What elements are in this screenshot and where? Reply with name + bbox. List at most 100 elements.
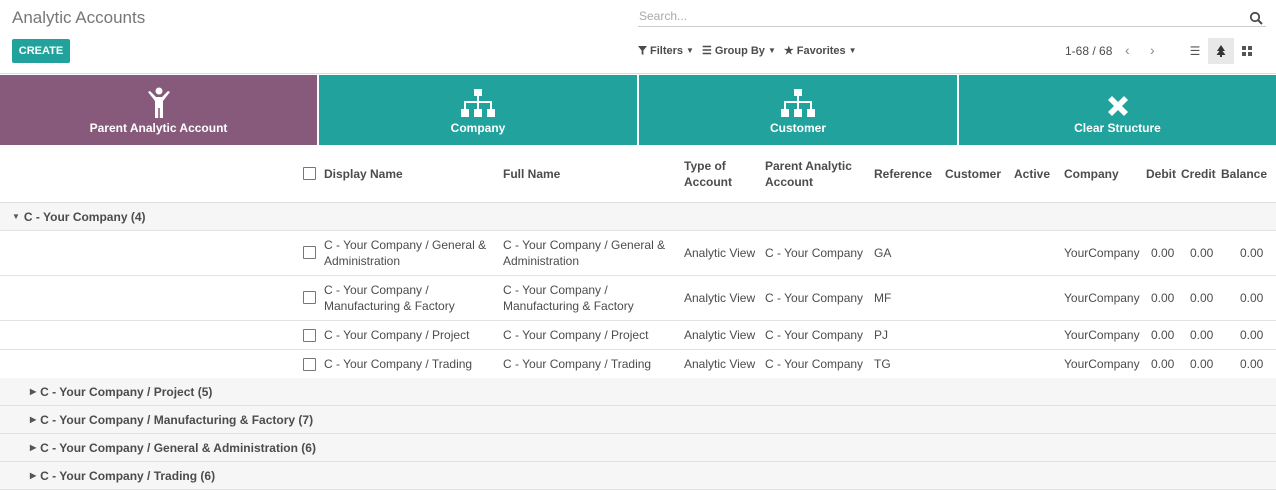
cell-parent: C - Your Company [765, 357, 864, 371]
filters-dropdown[interactable]: Filters ▼ [638, 44, 694, 57]
group-label: C - Your Company / Trading (6) [40, 468, 216, 483]
row-checkbox[interactable] [303, 246, 316, 259]
cell-parent: C - Your Company [765, 246, 864, 260]
close-icon [1107, 96, 1128, 116]
cell-display-name: C - Your Company / Manufacturing & Factor… [324, 283, 455, 313]
column-active[interactable]: Active [1014, 166, 1050, 182]
clear-structure-button[interactable]: Clear Structure [959, 75, 1276, 145]
cell-reference: TG [874, 357, 891, 371]
cell-parent: C - Your Company [765, 291, 864, 305]
cell-company: YourCompany [1064, 328, 1140, 342]
search-icon[interactable] [1249, 11, 1263, 25]
select-all-checkbox[interactable] [303, 167, 316, 180]
group-row-collapsed[interactable]: ▶ C - Your Company / General & Administr… [0, 434, 1276, 462]
group-row-collapsed[interactable]: ▶ C - Your Company / Trading (6) [0, 462, 1276, 490]
table-row[interactable]: C - Your Company / Manufacturing & Factor… [0, 276, 1276, 321]
group-label: C - Your Company / Manufacturing & Facto… [40, 412, 314, 427]
table-row[interactable]: C - Your Company / General & Administrati… [0, 231, 1276, 276]
cell-balance: 0.00 [1240, 291, 1264, 305]
cell-balance: 0.00 [1240, 246, 1264, 260]
caret-right-icon: ▶ [30, 415, 37, 424]
groupby-dropdown[interactable]: ☰ Group By ▼ [701, 44, 776, 58]
cell-reference: GA [874, 246, 892, 260]
structure-label: Clear Structure [1074, 121, 1161, 135]
funnel-icon [638, 46, 647, 55]
column-parent-analytic-account[interactable]: Parent Analytic Account [765, 158, 852, 190]
create-button[interactable]: CREATE [12, 39, 70, 63]
group-row-collapsed[interactable]: ▶ C - Your Company / Manufacturing & Fac… [0, 406, 1276, 434]
caret-down-icon: ▼ [12, 212, 20, 221]
structure-label: Parent Analytic Account [89, 121, 228, 135]
cell-display-name: C - Your Company / General & Administrati… [324, 238, 487, 268]
list-view-icon[interactable]: ☰ [1182, 38, 1208, 64]
groupby-label: Group By [714, 44, 765, 57]
cell-credit: 0.00 [1190, 246, 1214, 260]
cell-company: YourCompany [1064, 357, 1140, 371]
cell-parent: C - Your Company [765, 328, 864, 342]
column-type-of-account[interactable]: Type of Account [684, 158, 732, 190]
caret-down-icon: ▼ [686, 46, 694, 55]
cell-full-name: C - Your Company / General & Administrati… [503, 238, 666, 268]
group-label: C - Your Company (4) [23, 209, 146, 224]
cell-debit: 0.00 [1151, 291, 1175, 305]
column-balance[interactable]: Balance [1221, 166, 1267, 182]
cell-debit: 0.00 [1151, 357, 1175, 371]
caret-right-icon: ▶ [30, 443, 37, 452]
row-checkbox[interactable] [303, 291, 316, 304]
group-label: C - Your Company / General & Administrat… [40, 440, 316, 455]
column-company[interactable]: Company [1064, 166, 1119, 182]
column-debit[interactable]: Debit [1146, 166, 1176, 182]
structure-label: Company [450, 121, 506, 135]
tree-view-icon[interactable] [1208, 38, 1234, 64]
cell-reference: PJ [874, 328, 889, 342]
table-row[interactable]: C - Your Company / Trading C - Your Comp… [0, 350, 1276, 379]
cell-full-name: C - Your Company / Manufacturing & Factor… [503, 283, 634, 313]
company-structure-button[interactable]: Company [319, 75, 637, 145]
cell-full-name: C - Your Company / Trading [503, 357, 652, 371]
row-checkbox[interactable] [303, 329, 316, 342]
cell-type: Analytic View [684, 291, 756, 305]
cell-debit: 0.00 [1151, 246, 1175, 260]
cell-type: Analytic View [684, 246, 756, 260]
cell-reference: MF [874, 291, 892, 305]
column-full-name[interactable]: Full Name [503, 166, 560, 182]
cell-balance: 0.00 [1240, 357, 1264, 371]
cell-display-name: C - Your Company / Project [324, 328, 470, 342]
cell-credit: 0.00 [1190, 328, 1214, 342]
cell-type: Analytic View [684, 328, 756, 342]
caret-down-icon: ▼ [767, 46, 776, 55]
cell-debit: 0.00 [1151, 328, 1175, 342]
cell-credit: 0.00 [1190, 357, 1214, 371]
kanban-view-icon[interactable] [1234, 38, 1260, 64]
column-display-name[interactable]: Display Name [324, 166, 403, 182]
cell-display-name: C - Your Company / Trading [324, 357, 473, 371]
structure-label: Customer [769, 121, 826, 135]
caret-right-icon: ▶ [30, 471, 37, 480]
filters-label: Filters [650, 44, 684, 57]
search-input[interactable] [638, 7, 1266, 27]
column-reference[interactable]: Reference [874, 166, 932, 182]
row-checkbox[interactable] [303, 358, 316, 371]
pager-next-icon[interactable]: › [1150, 42, 1155, 58]
cell-type: Analytic View [684, 357, 756, 371]
cell-company: YourCompany [1064, 246, 1140, 260]
table-row[interactable]: C - Your Company / Project C - Your Comp… [0, 321, 1276, 350]
page-title: Analytic Accounts [12, 8, 146, 27]
customer-structure-button[interactable]: Customer [639, 75, 957, 145]
person-icon [147, 87, 170, 118]
favorites-label: Favorites [796, 44, 846, 57]
pager-value[interactable]: 1-68 / 68 [1065, 44, 1112, 58]
favorites-dropdown[interactable]: ★ Favorites ▼ [783, 44, 857, 58]
group-row-open[interactable]: ▼ C - Your Company (4) [0, 203, 1276, 231]
cell-full-name: C - Your Company / Project [503, 328, 649, 342]
star-icon: ★ [783, 45, 794, 57]
cell-company: YourCompany [1064, 291, 1140, 305]
pager-previous-icon[interactable]: ‹ [1125, 42, 1130, 58]
parent-analytic-account-button[interactable]: Parent Analytic Account [0, 75, 317, 145]
column-credit[interactable]: Credit [1181, 166, 1216, 182]
caret-down-icon: ▼ [848, 46, 857, 55]
cell-balance: 0.00 [1240, 328, 1264, 342]
bars-icon: ☰ [701, 45, 712, 57]
group-row-collapsed[interactable]: ▶ C - Your Company / Project (5) [0, 378, 1276, 406]
column-customer[interactable]: Customer [945, 166, 1001, 182]
